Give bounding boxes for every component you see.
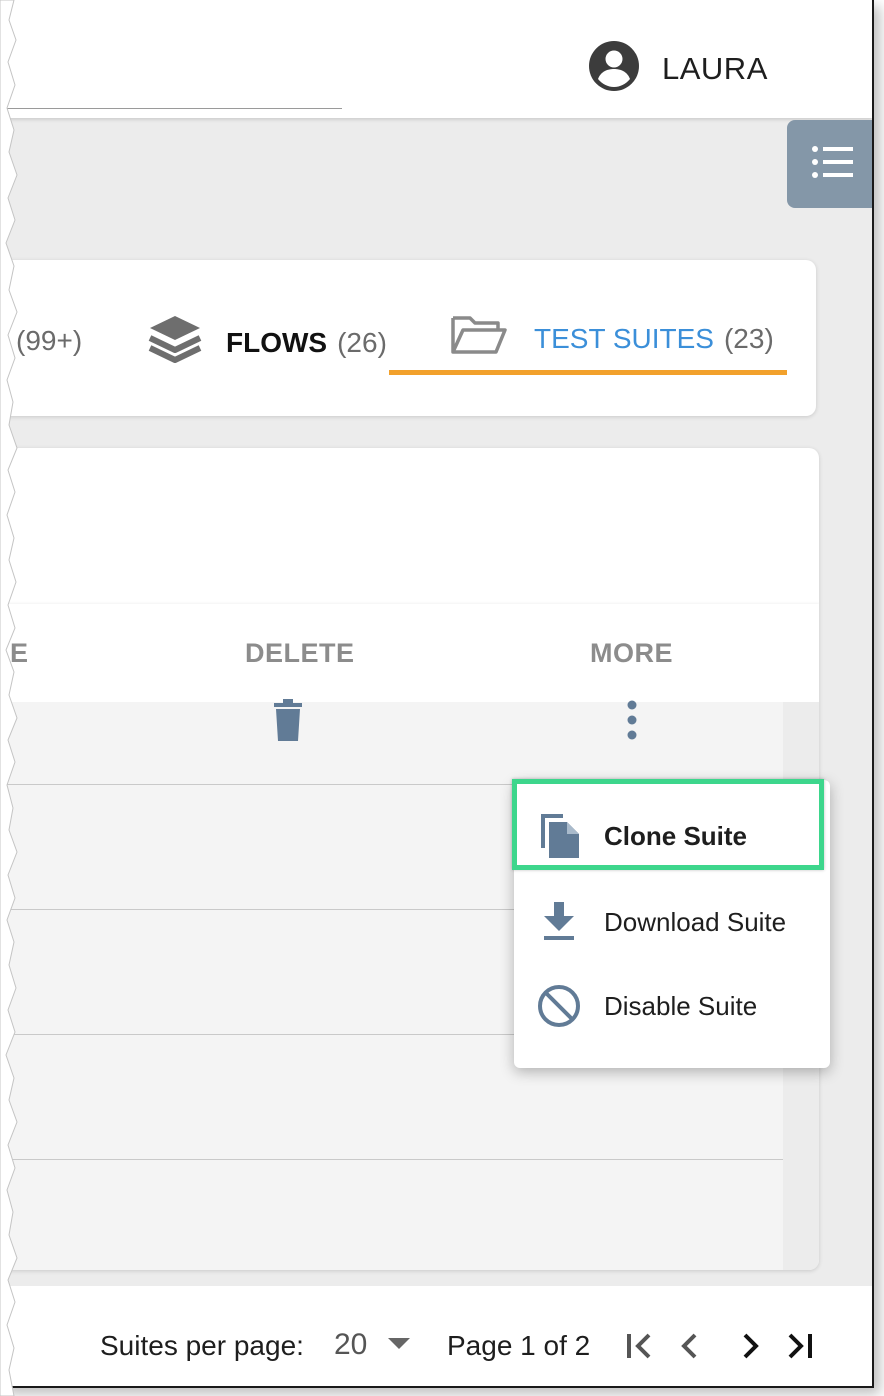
more-vert-icon	[626, 700, 638, 745]
row-divider	[0, 1159, 783, 1160]
download-icon	[514, 902, 604, 942]
search-underline	[0, 108, 342, 109]
torn-edge	[0, 0, 18, 1396]
menu-item-label: Disable Suite	[604, 990, 758, 1021]
last-page-button[interactable]	[782, 1328, 818, 1368]
list-icon	[811, 145, 853, 184]
folder-open-icon	[450, 314, 508, 363]
more-options-button[interactable]	[614, 700, 650, 744]
tab-test-suites[interactable]: TEST SUITES (23)	[450, 314, 774, 363]
menu-item-disable-suite[interactable]: Disable Suite	[514, 964, 830, 1048]
tab-label: TEST SUITES	[534, 322, 714, 354]
tab-count: (26)	[337, 326, 387, 358]
list-toggle-button[interactable]	[787, 120, 872, 208]
menu-item-download-suite[interactable]: Download Suite	[514, 880, 830, 964]
account-circle-icon	[588, 40, 640, 97]
next-page-button[interactable]	[736, 1328, 766, 1368]
trash-icon	[272, 698, 304, 746]
table-header: E DELETE MORE	[0, 604, 819, 702]
tab-flows[interactable]: FLOWS (26)	[148, 314, 387, 371]
per-page-label: Suites per page:	[100, 1330, 304, 1361]
pagination-footer: Suites per page: 20 Page 1 of 2	[0, 1286, 872, 1386]
caret-down-icon	[387, 1336, 411, 1355]
menu-item-label: Clone Suite	[604, 820, 748, 851]
menu-item-clone-suite[interactable]: Clone Suite	[514, 794, 830, 878]
app-window: LAURA (99+) FLOWS (26) TEST SUITES (23) …	[0, 0, 874, 1388]
clone-icon	[514, 812, 604, 860]
user-menu[interactable]: LAURA	[588, 40, 768, 97]
page-info: Page 1 of 2	[447, 1330, 591, 1361]
first-page-button[interactable]	[622, 1328, 658, 1368]
first-page-icon	[625, 1332, 655, 1365]
column-header-delete: DELETE	[245, 638, 355, 668]
per-page-value: 20	[334, 1328, 368, 1361]
block-icon	[514, 984, 604, 1028]
previous-page-button[interactable]	[674, 1328, 704, 1368]
tab-count: (23)	[723, 322, 774, 354]
user-name: LAURA	[662, 50, 768, 86]
menu-item-label: Download Suite	[604, 906, 787, 937]
last-page-icon	[785, 1332, 815, 1365]
more-options-menu: Clone Suite Download Suite Disable Suite	[514, 780, 830, 1068]
delete-button[interactable]	[266, 698, 310, 746]
layers-icon	[148, 314, 202, 371]
active-tab-indicator	[389, 370, 787, 375]
chevron-left-icon	[679, 1332, 699, 1365]
chevron-right-icon	[741, 1332, 761, 1365]
column-header-more: MORE	[590, 638, 673, 668]
tab-label: FLOWS	[226, 326, 328, 358]
per-page-select[interactable]: 20	[334, 1328, 411, 1362]
tabs-card: (99+) FLOWS (26) TEST SUITES (23)	[0, 260, 816, 416]
top-header: LAURA	[0, 0, 872, 118]
